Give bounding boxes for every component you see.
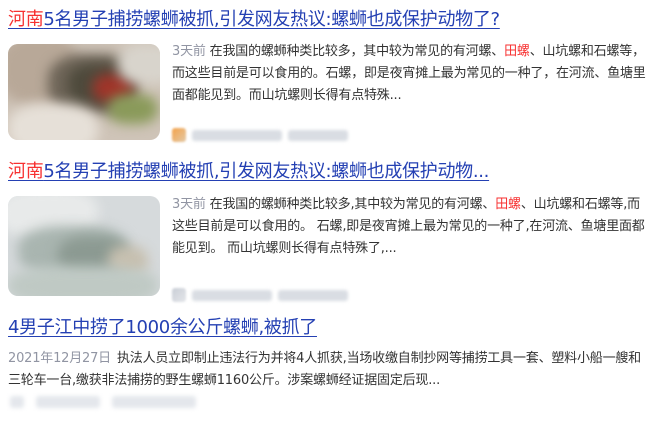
snippet-highlight: 田螺	[495, 197, 521, 212]
source-extra-blurred	[278, 289, 348, 301]
blurred-source-text	[36, 396, 100, 408]
title-highlight: 河南	[8, 161, 44, 182]
source-logo-icon	[172, 288, 186, 302]
title-text: 5名男子捕捞螺蛳被抓,引发网友热议:螺蛳也成保护动物了?	[43, 9, 500, 30]
search-result-1: 河南5名男子捕捞螺蛳被抓,引发网友热议:螺蛳也成保护动物了? 3天前 在我国的螺蛳…	[8, 8, 653, 142]
blurred-source-icon	[10, 396, 24, 408]
source-logo-icon	[172, 128, 186, 142]
result-time: 3天前	[172, 44, 206, 59]
result-time: 3天前	[172, 197, 206, 212]
result-title-link[interactable]: 河南5名男子捕捞螺蛳被抓,引发网友热议:螺蛳也成保护动物了?	[8, 8, 653, 32]
source-name-blurred	[192, 289, 272, 301]
snippet-highlight: 田螺	[504, 44, 530, 59]
result-time: 2021年12月27日	[8, 351, 111, 366]
result-thumbnail[interactable]	[8, 196, 160, 296]
result-title-link[interactable]: 河南5名男子捕捞螺蛳被抓,引发网友热议:螺蛳也成保护动物...	[8, 160, 653, 184]
result-snippet: 2021年12月27日 执法人员立即制止违法行为并将4人抓获,当场收缴自制抄网等捕…	[8, 348, 648, 392]
result-snippet: 3天前 在我国的螺蛳种类比较多，其中较为常见的有河螺、田螺、山坑螺和石螺等，而这些…	[172, 41, 648, 107]
result-snippet: 3天前 在我国的螺蛳种类比较多,其中较为常见的有河螺、田螺、山坑螺和石螺等,而这些…	[172, 194, 648, 260]
result-source-faded	[10, 396, 196, 408]
result-thumbnail[interactable]	[8, 44, 160, 140]
snippet-text: 在我国的螺蛳种类比较多,其中较为常见的有河螺、	[209, 197, 496, 212]
source-extra-blurred	[288, 129, 348, 141]
result-body: 3天前 在我国的螺蛳种类比较多,其中较为常见的有河螺、田螺、山坑螺和石螺等,而这些…	[8, 194, 653, 302]
title-highlight: 河南	[8, 9, 44, 30]
snippet-text: 在我国的螺蛳种类比较多，其中较为常见的有河螺、	[209, 44, 505, 59]
result-source[interactable]	[172, 288, 348, 302]
result-title-link[interactable]: 4男子江中捞了1000余公斤螺蛳,被抓了	[8, 316, 653, 340]
result-source[interactable]	[172, 128, 348, 142]
search-result-3: 4男子江中捞了1000余公斤螺蛳,被抓了 2021年12月27日 执法人员立即制止…	[8, 316, 653, 392]
source-name-blurred	[192, 129, 282, 141]
search-result-2: 河南5名男子捕捞螺蛳被抓,引发网友热议:螺蛳也成保护动物... 3天前 在我国的螺…	[8, 160, 653, 302]
blurred-source-text	[112, 396, 196, 408]
result-body: 3天前 在我国的螺蛳种类比较多，其中较为常见的有河螺、田螺、山坑螺和石螺等，而这些…	[8, 41, 653, 142]
title-text: 5名男子捕捞螺蛳被抓,引发网友热议:螺蛳也成保护动物...	[43, 161, 490, 182]
